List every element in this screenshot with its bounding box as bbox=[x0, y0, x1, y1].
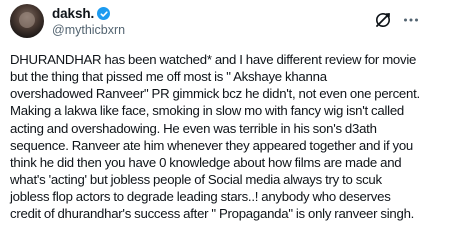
grok-icon[interactable] bbox=[374, 11, 392, 29]
tweet-text-line: DHURANDHAR has been watched* and I have … bbox=[10, 52, 417, 67]
tweet-text-line: overshadowed Ranveer" PR gimmick bcz he … bbox=[10, 86, 420, 102]
tweet-text: DHURANDHAR has been watched* and I have … bbox=[10, 51, 448, 223]
more-options-icon[interactable] bbox=[402, 11, 420, 29]
tweet: daksh. @mythicbxrn DHURANDHAR has been w… bbox=[0, 0, 454, 248]
display-name[interactable]: daksh. bbox=[52, 6, 94, 21]
tweet-text-line: but the thing that pissed me off most is… bbox=[10, 69, 327, 85]
tweet-text-line: credit of dhurandhar's success after " P… bbox=[10, 206, 415, 222]
tweet-text-line: acting and overshadowing. He even was te… bbox=[10, 120, 377, 136]
verified-badge-icon bbox=[97, 7, 111, 20]
handle[interactable]: @mythicbxrn bbox=[52, 23, 125, 37]
tweet-text-line: think he did then you have 0 knowledge a… bbox=[10, 154, 402, 170]
author-name-row: daksh. bbox=[52, 6, 111, 21]
tweet-text-line: sequence. Ranveer ate him whenever they … bbox=[10, 137, 414, 153]
avatar[interactable] bbox=[10, 4, 44, 38]
tweet-text-line: what's 'acting' but jobless people of So… bbox=[10, 172, 382, 188]
tweet-text-line: Making a lakwa like face, smoking in slo… bbox=[10, 103, 404, 119]
tweet-text-line: jobless flop actors to degrade leading s… bbox=[10, 189, 391, 205]
